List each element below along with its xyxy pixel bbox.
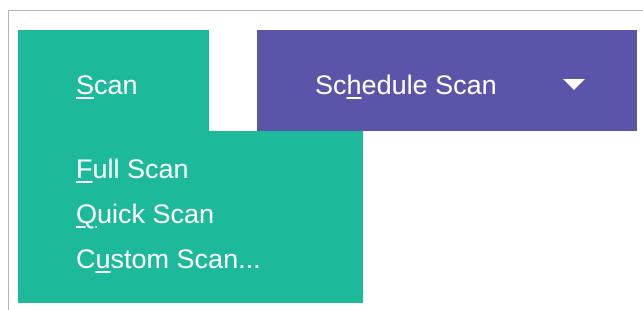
menu-item-after: uick Scan — [97, 199, 215, 229]
menu-item-mnemonic: Q — [76, 199, 98, 229]
menu-item-quick-scan[interactable]: Quick Scan — [18, 192, 363, 237]
schedule-label-after: edule Scan — [361, 70, 497, 100]
scan-button[interactable]: Scan — [18, 30, 209, 131]
schedule-mnemonic: h — [346, 70, 362, 100]
scan-label-rest: can — [94, 70, 138, 100]
menu-item-after: stom Scan... — [110, 244, 261, 274]
caret-down-icon[interactable] — [563, 79, 585, 90]
menu-item-before: C — [76, 244, 96, 274]
menu-item-mnemonic: u — [95, 244, 111, 274]
menu-item-mnemonic: F — [76, 154, 93, 184]
menu-item-custom-scan[interactable]: Custom Scan... — [18, 237, 363, 282]
menu-item-after: ull Scan — [92, 154, 189, 184]
schedule-scan-button[interactable]: Schedule Scan — [257, 30, 637, 131]
scan-mnemonic: S — [76, 70, 95, 100]
scan-dropdown-menu: Full Scan Quick Scan Custom Scan... — [18, 131, 363, 303]
schedule-label-before: Sc — [315, 70, 347, 100]
menu-item-full-scan[interactable]: Full Scan — [18, 147, 363, 192]
